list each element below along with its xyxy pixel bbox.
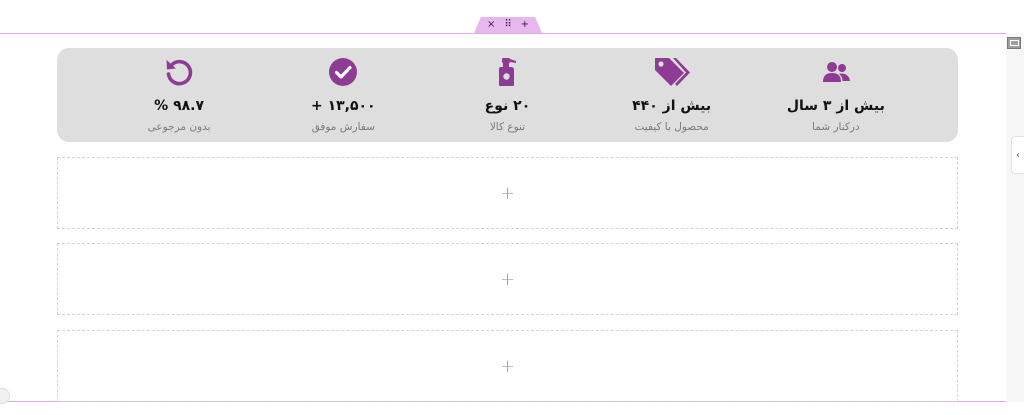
feature-subtitle: درکنار شما [812,121,860,133]
section-handle[interactable]: × ⠿ + [474,17,542,33]
feature-item: بیش از ۳ سال درکنار شما [766,48,906,133]
feature-item: ۱۳,۵۰۰ + سفارش موفق [273,48,413,133]
feature-bar: بیش از ۳ سال درکنار شما بیش از ۴۴۰ محصول… [57,48,958,142]
empty-drop-zone[interactable]: + [57,330,958,402]
add-icon[interactable]: + [500,269,515,290]
feature-title: ۹۸.۷ % [154,98,205,114]
empty-drop-zone[interactable]: + [57,157,958,229]
right-scroll-strip [1006,33,1024,402]
add-icon[interactable]: + [500,356,515,377]
spray-bottle-icon [496,56,518,88]
feature-subtitle: محصول با کیفیت [634,121,709,133]
add-icon[interactable]: + [500,183,515,204]
feature-title: ۲۰ نوع [484,98,531,114]
panel-toggle-button[interactable]: ‹ [1011,136,1024,174]
tags-icon [653,56,691,88]
feature-title: ۱۳,۵۰۰ + [310,98,376,114]
undo-icon [164,56,194,88]
add-icon[interactable]: + [521,17,529,33]
feature-title: بیش از ۳ سال [786,98,885,114]
feature-subtitle: سفارش موفق [311,121,375,133]
feature-subtitle: بدون مرجوعی [147,121,211,133]
feature-title: بیش از ۴۴۰ [632,98,712,114]
close-icon[interactable]: × [487,17,495,33]
feature-subtitle: تنوع کالا [489,121,526,133]
empty-drop-zone[interactable]: + [57,243,958,315]
check-circle-icon [328,56,358,88]
editor-canvas: × ⠿ + ‹ بیش از ۳ سال درکنار شما بیش از ۴… [0,0,1024,415]
panel-collapse-button[interactable] [1007,37,1021,49]
users-icon [821,56,851,88]
feature-item: ۲۰ نوع تنوع کالا [437,48,577,133]
drag-icon[interactable]: ⠿ [504,17,511,33]
feature-item: بیش از ۴۴۰ محصول با کیفیت [602,48,742,133]
feature-item: ۹۸.۷ % بدون مرجوعی [109,48,249,133]
